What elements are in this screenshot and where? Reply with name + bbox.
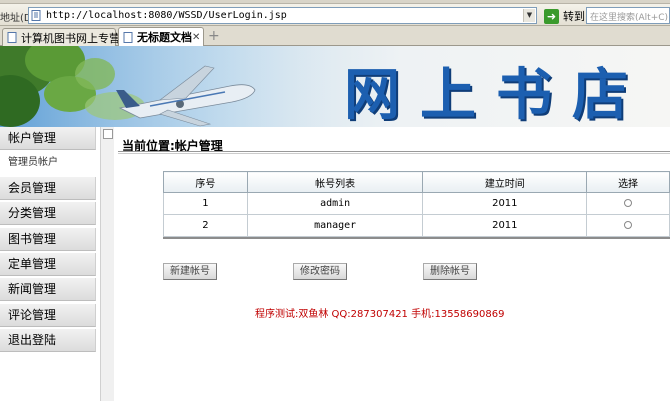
cell-select bbox=[586, 214, 670, 237]
new-tab-icon[interactable]: + bbox=[208, 29, 222, 44]
go-button[interactable]: ➜ 转到 bbox=[544, 8, 585, 24]
cell-created: 2011 bbox=[422, 192, 588, 215]
change-password-button[interactable]: 修改密码 bbox=[293, 263, 347, 280]
table-row: 2 manager 2011 bbox=[163, 214, 670, 237]
new-account-button[interactable]: 新建帐号 bbox=[163, 263, 217, 280]
sidebar-item-book-management[interactable]: 图书管理 bbox=[0, 228, 96, 251]
location-divider bbox=[118, 151, 670, 152]
cell-account: manager bbox=[246, 214, 424, 237]
column-header-select: 选择 bbox=[586, 171, 670, 193]
tab-untitled[interactable]: 无标题文档 ✕ bbox=[118, 27, 204, 46]
page-icon bbox=[31, 10, 41, 21]
close-tab-icon[interactable]: ✕ bbox=[192, 32, 200, 43]
tab-bar: 计算机图书网上专营店 无标题文档 ✕ + bbox=[0, 26, 670, 46]
url-dropdown-button[interactable]: ▼ bbox=[523, 9, 535, 22]
sidebar-item-member-management[interactable]: 会员管理 bbox=[0, 177, 96, 200]
cell-index: 2 bbox=[163, 214, 248, 237]
footer-credits: 程序测试:双鱼林 QQ:287307421 手机:13558690869 bbox=[255, 309, 505, 320]
go-label: 转到 bbox=[563, 10, 585, 23]
table-row: 1 admin 2011 bbox=[163, 192, 670, 215]
cell-account: admin bbox=[246, 192, 424, 215]
banner-title: 网上书店 bbox=[344, 62, 648, 127]
cell-created: 2011 bbox=[422, 214, 588, 237]
select-radio[interactable] bbox=[624, 199, 633, 207]
sidebar-item-order-management[interactable]: 定单管理 bbox=[0, 253, 96, 276]
address-bar: 地址(D) http://localhost:8080/WSSD/UserLog… bbox=[0, 4, 670, 26]
sidebar-item-category-management[interactable]: 分类管理 bbox=[0, 202, 96, 225]
url-input[interactable]: http://localhost:8080/WSSD/UserLogin.jsp… bbox=[28, 7, 537, 24]
tab-label: 计算机图书网上专营店 bbox=[21, 31, 131, 45]
sidebar-item-news-management[interactable]: 新闻管理 bbox=[0, 278, 96, 301]
delete-account-button[interactable]: 删除帐号 bbox=[423, 263, 477, 280]
sidebar-item-comment-management[interactable]: 评论管理 bbox=[0, 304, 96, 327]
table-header-row: 序号 帐号列表 建立时间 选择 bbox=[163, 171, 670, 193]
frame-gutter bbox=[100, 127, 114, 401]
go-arrow-icon: ➜ bbox=[544, 8, 559, 24]
column-header-index: 序号 bbox=[163, 171, 248, 193]
tab-label: 无标题文档 bbox=[137, 31, 192, 44]
main-content: 当前位置:帐户管理 序号 帐号列表 建立时间 选择 1 admin 2011 2… bbox=[114, 127, 670, 401]
column-header-account: 帐号列表 bbox=[246, 171, 424, 193]
table-bottom-border bbox=[163, 237, 670, 239]
search-placeholder: 在这里搜索(Alt+C) bbox=[590, 13, 669, 23]
collapse-sidebar-button[interactable] bbox=[103, 129, 113, 139]
sidebar-item-account-management[interactable]: 帐户管理 bbox=[0, 127, 96, 150]
sidebar-item-logout[interactable]: 退出登陆 bbox=[0, 329, 96, 352]
cell-index: 1 bbox=[163, 192, 248, 215]
account-table: 序号 帐号列表 建立时间 选择 1 admin 2011 2 manager 2… bbox=[163, 171, 670, 237]
site-banner: 网上书店 bbox=[0, 46, 670, 127]
column-header-created: 建立时间 bbox=[422, 171, 588, 193]
sidebar-item-admin-accounts[interactable]: 管理员帐户 bbox=[0, 150, 96, 176]
search-input[interactable]: 在这里搜索(Alt+C) bbox=[586, 7, 670, 24]
sidebar-nav: 帐户管理 管理员帐户 会员管理 分类管理 图书管理 定单管理 新闻管理 评论管理… bbox=[0, 127, 100, 401]
cell-select bbox=[586, 192, 670, 215]
page-icon bbox=[7, 32, 17, 43]
tab-bookstore[interactable]: 计算机图书网上专营店 bbox=[2, 28, 131, 46]
url-text: http://localhost:8080/WSSD/UserLogin.jsp bbox=[46, 10, 287, 21]
select-radio[interactable] bbox=[624, 221, 633, 229]
location-divider bbox=[118, 153, 670, 154]
page-icon bbox=[123, 31, 133, 43]
airplane-banner-image bbox=[0, 46, 340, 127]
